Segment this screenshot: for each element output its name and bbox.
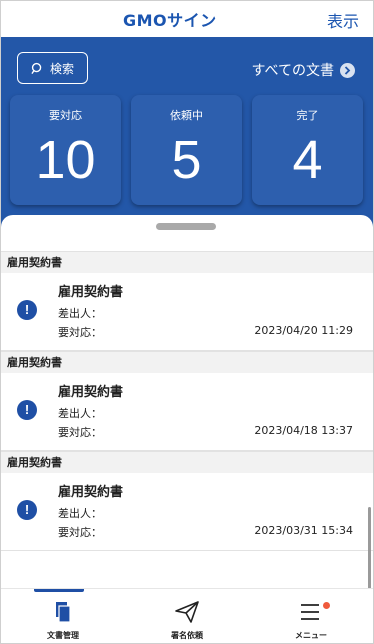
status-card-requesting[interactable]: 依頼中 5 [131, 95, 242, 205]
document-title: 雇用契約書 [58, 485, 124, 500]
summary-panel: 検索 すべての文書 要対応 10 依頼中 5 完了 4 [1, 37, 373, 227]
chevron-right-icon [340, 62, 355, 78]
view-button[interactable]: 表示 [327, 8, 359, 32]
card-label: 要対応 [49, 109, 82, 122]
group-header: 雇用契約書 [1, 351, 373, 373]
card-label: 完了 [296, 109, 319, 122]
menu-icon [301, 604, 319, 620]
notification-dot [323, 602, 330, 609]
all-documents-link[interactable]: すべての文書 [252, 60, 355, 80]
app-header: GMOサイン 表示 [1, 1, 373, 37]
nav-menu[interactable]: メニュー [249, 589, 373, 644]
status-cards: 要対応 10 依頼中 5 完了 4 [10, 95, 365, 205]
group-header: 雇用契約書 [1, 251, 373, 273]
status-card-completed[interactable]: 完了 4 [252, 95, 363, 205]
status-card-action-required[interactable]: 要対応 10 [10, 95, 121, 205]
sender-label: 差出人： [58, 407, 102, 420]
document-title: 雇用契約書 [58, 285, 124, 300]
due-label: 要対応： [58, 426, 102, 439]
nav-signature-request[interactable]: 署名依頼 [125, 589, 249, 644]
sender-label: 差出人： [58, 307, 102, 320]
sheet-drag-handle[interactable] [156, 223, 216, 230]
exclamation-icon: ! [17, 500, 37, 520]
card-count: 5 [171, 130, 202, 190]
due-label: 要対応： [58, 526, 102, 539]
card-count: 4 [292, 130, 323, 190]
document-title: 雇用契約書 [58, 385, 124, 400]
group-header: 雇用契約書 [1, 451, 373, 473]
document-date: 2023/03/31 15:34 [254, 524, 353, 537]
search-label: 検索 [49, 61, 74, 76]
card-count: 10 [35, 130, 96, 190]
exclamation-icon: ! [17, 400, 37, 420]
search-button[interactable]: 検索 [17, 52, 88, 84]
gmo-sign-logo: GMOサイン [123, 11, 217, 30]
document-item[interactable]: ! 雇用契約書 差出人： 要対応： 2023/03/31 15:34 [1, 473, 373, 551]
document-list: 雇用契約書 ! 雇用契約書 差出人： 要対応： 2023/04/20 11:29… [1, 251, 373, 551]
document-item[interactable]: ! 雇用契約書 差出人： 要対応： 2023/04/18 13:37 [1, 373, 373, 451]
paper-plane-icon [175, 601, 199, 623]
exclamation-icon: ! [17, 300, 37, 320]
search-icon [31, 62, 42, 74]
all-documents-label: すべての文書 [251, 63, 334, 79]
sender-label: 差出人： [58, 507, 102, 520]
nav-documents[interactable]: 文書管理 [1, 589, 125, 644]
card-label: 依頼中 [170, 109, 203, 122]
document-date: 2023/04/18 13:37 [254, 424, 353, 437]
documents-icon [56, 602, 71, 623]
document-item[interactable]: ! 雇用契約書 差出人： 要対応： 2023/04/20 11:29 [1, 273, 373, 351]
due-label: 要対応： [58, 326, 102, 339]
nav-label: 文書管理 [47, 631, 79, 640]
bottom-navigation: 文書管理 署名依頼 メニュー [1, 588, 373, 643]
document-sheet: 雇用契約書 ! 雇用契約書 差出人： 要対応： 2023/04/20 11:29… [1, 215, 373, 617]
document-date: 2023/04/20 11:29 [254, 324, 353, 337]
nav-label: 署名依頼 [171, 631, 203, 640]
nav-label: メニュー [295, 631, 327, 640]
